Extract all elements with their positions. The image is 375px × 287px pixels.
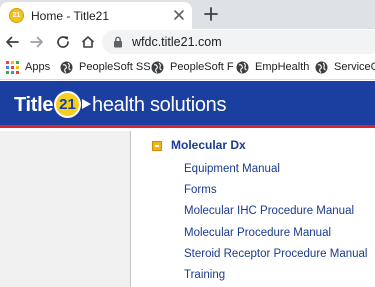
forward-arrow-icon[interactable]: [29, 34, 45, 50]
lock-icon[interactable]: [113, 36, 123, 48]
bookmark-label: PeopleSoft F: [170, 61, 234, 73]
browser-tab[interactable]: 21 Home - Title21: [0, 2, 192, 29]
globe-icon: [236, 61, 249, 74]
collapse-toggle-icon[interactable]: [152, 141, 162, 151]
left-sidebar: [0, 131, 131, 287]
home-icon[interactable]: [80, 34, 96, 50]
bookmark-label: ServiceCa: [334, 61, 375, 73]
url-text[interactable]: wfdc.title21.com: [132, 35, 222, 49]
globe-icon: [60, 61, 73, 74]
arrow-right-icon: [82, 99, 91, 109]
tab-strip: 21 Home - Title21: [0, 0, 375, 29]
tree-item-link[interactable]: Training: [184, 267, 367, 287]
bookmark-label: EmpHealth: [255, 61, 310, 73]
tree-item-link[interactable]: Steroid Receptor Procedure Manual: [184, 246, 367, 267]
reload-icon[interactable]: [55, 34, 71, 50]
bookmarks-bar: Apps PeopleSoft SS PeopleSoft F EmpHealt…: [0, 56, 375, 80]
tree-item-link[interactable]: Equipment Manual: [184, 161, 367, 182]
globe-icon: [151, 61, 164, 74]
new-tab-plus-icon[interactable]: [203, 6, 219, 22]
document-tree: Molecular Dx Equipment Manual Forms Mole…: [132, 131, 375, 287]
browser-toolbar: wfdc.title21.com: [0, 29, 375, 56]
close-icon[interactable]: [172, 8, 186, 22]
document-list: Equipment Manual Forms Molecular IHC Pro…: [184, 161, 367, 287]
apps-grid-icon: [6, 61, 19, 74]
logo-tagline: health solutions: [92, 94, 227, 116]
back-arrow-icon[interactable]: [4, 34, 20, 50]
logo-badge: 21: [54, 91, 81, 118]
bookmark-label: PeopleSoft SS: [79, 61, 151, 73]
tab-title: Home - Title21: [31, 9, 110, 23]
tree-item-link[interactable]: Molecular IHC Procedure Manual: [184, 203, 367, 224]
logo-title: Title: [14, 94, 54, 116]
bookmark-label: Apps: [25, 61, 51, 73]
address-bar[interactable]: wfdc.title21.com: [102, 30, 375, 54]
tree-item-link[interactable]: Forms: [184, 182, 367, 203]
globe-icon: [315, 61, 328, 74]
section-title[interactable]: Molecular Dx: [171, 138, 246, 152]
title21-favicon-icon: 21: [9, 8, 24, 23]
site-header: Title 21 health solutions: [0, 81, 375, 128]
tree-item-link[interactable]: Molecular Procedure Manual: [184, 225, 367, 246]
